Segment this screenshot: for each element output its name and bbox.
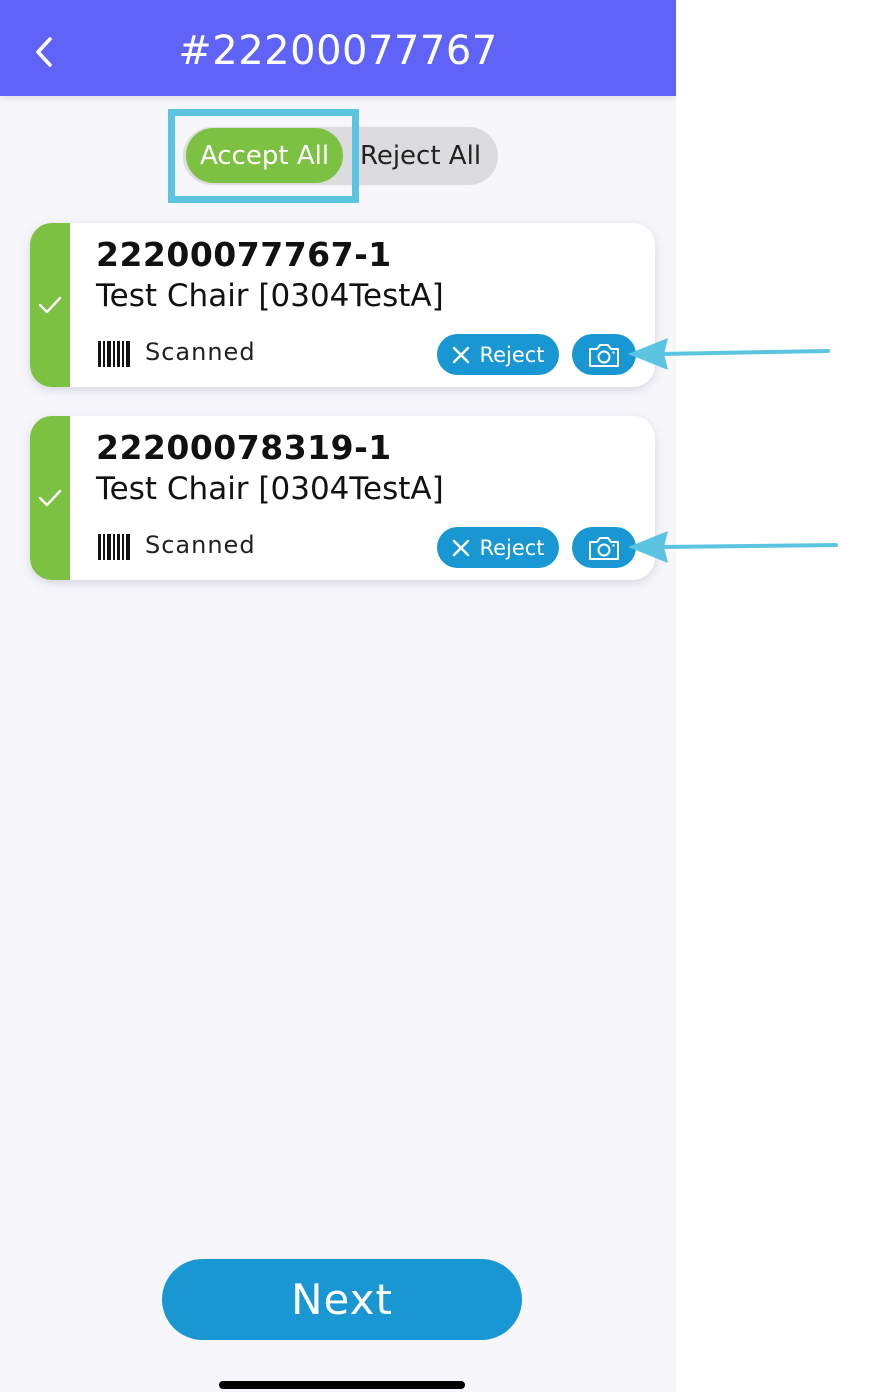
page-title: #22200077767: [178, 28, 498, 74]
camera-icon: [589, 536, 619, 560]
barcode-icon: [98, 341, 130, 367]
item-id: 22200078319-1: [96, 428, 392, 467]
home-indicator: [219, 1381, 465, 1389]
item-name: Test Chair [0304TestA]: [96, 278, 444, 314]
accepted-indicator: [30, 223, 70, 387]
accepted-indicator: [30, 416, 70, 580]
annotation-highlight-box: [168, 109, 359, 203]
next-button[interactable]: Next: [162, 1259, 522, 1340]
reject-item-label: Reject: [479, 342, 545, 367]
reject-item-button[interactable]: Reject: [437, 334, 559, 375]
reject-all-button[interactable]: Reject All: [343, 128, 498, 183]
camera-icon: [589, 343, 619, 367]
barcode-icon: [98, 534, 130, 560]
item-name: Test Chair [0304TestA]: [96, 471, 444, 507]
close-icon: [453, 539, 470, 556]
camera-button[interactable]: [572, 334, 636, 375]
checkmark-icon: [38, 489, 62, 507]
close-icon: [453, 346, 470, 363]
scan-status: Scanned: [145, 338, 256, 366]
app-screen: #22200077767 Accept All Reject All 22200…: [0, 0, 676, 1392]
item-card: 22200078319-1 Test Chair [0304TestA] Sca…: [30, 416, 655, 580]
item-id: 22200077767-1: [96, 235, 392, 274]
top-app-bar: #22200077767: [0, 0, 676, 96]
scan-status: Scanned: [145, 531, 256, 559]
checkmark-icon: [38, 296, 62, 314]
reject-item-button[interactable]: Reject: [437, 527, 559, 568]
reject-item-label: Reject: [479, 535, 545, 560]
camera-button[interactable]: [572, 527, 636, 568]
item-card: 22200077767-1 Test Chair [0304TestA] Sca…: [30, 223, 655, 387]
